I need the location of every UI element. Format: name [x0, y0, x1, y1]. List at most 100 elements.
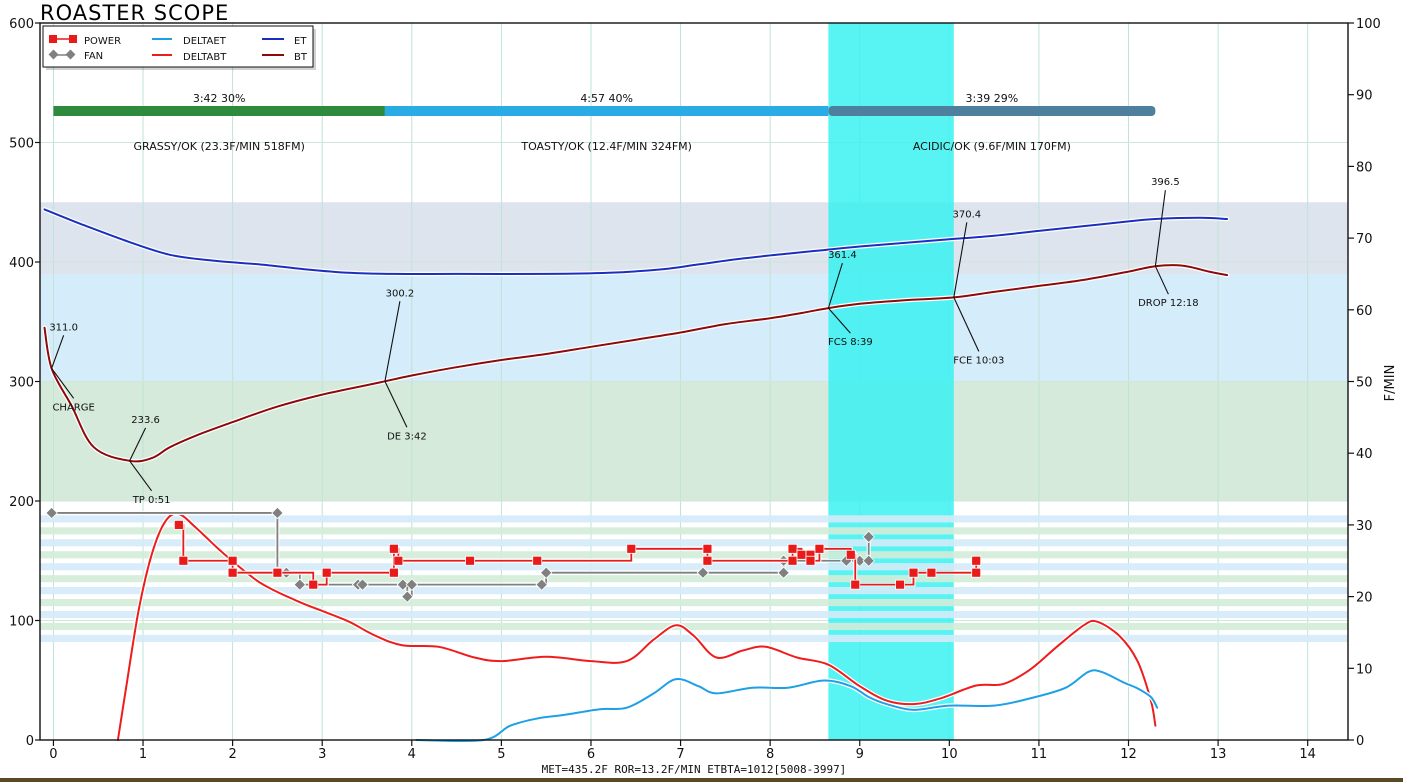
- x-tick-label-13: 13: [1210, 747, 1227, 762]
- stripe-1: [40, 622, 1348, 631]
- stripe-10: [40, 515, 1348, 523]
- power-point-1: [178, 555, 189, 566]
- y-right-tick-label-10: 100: [1356, 17, 1381, 32]
- annotation-label-11: DROP 12:18: [1138, 298, 1199, 309]
- phase-label-1: 4:57 40%: [580, 92, 633, 105]
- y-right-tick-label-7: 70: [1356, 232, 1373, 247]
- power-point-21: [845, 549, 856, 560]
- annotation-label-6: 361.4: [828, 250, 857, 261]
- y-right-tick-label-2: 20: [1356, 591, 1373, 606]
- x-tick-label-14: 14: [1299, 747, 1316, 762]
- power-point-19: [805, 555, 816, 566]
- power-point-16: [787, 543, 798, 554]
- stripe-2: [40, 610, 1348, 619]
- annotation-label-1: CHARGE: [52, 402, 94, 413]
- grid: [40, 22, 1348, 741]
- power-point-22: [850, 579, 861, 590]
- power-point-11: [532, 555, 543, 566]
- y-left-tick-label-4: 400: [9, 256, 34, 271]
- power-point-14: [702, 555, 713, 566]
- power-point-20: [814, 543, 825, 554]
- legend-power-marker-a: [49, 35, 57, 43]
- y-right-tick-label-1: 10: [1356, 662, 1373, 677]
- phase-bar-2: [828, 106, 1156, 116]
- legend-deltaet-label: DELTAET: [183, 36, 227, 47]
- legend-bt-label: BT: [294, 52, 308, 63]
- stripe-3: [40, 598, 1348, 607]
- power-point-3: [227, 567, 238, 578]
- annotation-label-2: 233.6: [131, 415, 160, 426]
- bottom-rule: [0, 778, 1403, 782]
- band-2: [40, 381, 1348, 501]
- phase-bars: 3:42 30% GRASSY/OK (23.3F/MIN 518FM) 4:57 …: [53, 92, 1156, 153]
- power-point-4: [272, 567, 283, 578]
- power-point-23: [895, 579, 905, 590]
- y-right-tick-label-8: 80: [1356, 160, 1373, 175]
- power-point-17: [796, 549, 807, 560]
- power-point-2: [227, 555, 238, 566]
- y-left-tick-label-0: 0: [26, 734, 34, 749]
- background-bands: [40, 202, 1348, 501]
- series-line-deltaet: [415, 669, 1159, 743]
- legend-power-marker-b: [69, 35, 77, 43]
- status-footer: MET=435.2F ROR=13.2F/MIN ETBTA=1012[5008…: [542, 763, 847, 776]
- power-point-9: [393, 555, 404, 566]
- power-point-27: [971, 555, 982, 566]
- y-right-tick-label-5: 50: [1356, 376, 1373, 391]
- x-tick-label-4: 4: [408, 747, 416, 762]
- phase-label-0: 3:42 30%: [193, 92, 246, 105]
- power-point-26: [971, 567, 982, 578]
- annotation-label-10: 396.5: [1151, 177, 1180, 188]
- phase-desc-1: TOASTY/OK (12.4F/MIN 324FM): [520, 140, 692, 153]
- roast-chart: ROASTER SCOPE 3:42 30% GRASSY/OK (23.3F/M…: [0, 1, 1403, 782]
- y-right-tick-label-4: 40: [1356, 447, 1373, 462]
- legend-et-label: ET: [294, 36, 307, 47]
- phase-bar-0: [53, 106, 385, 116]
- x-tick-label-2: 2: [228, 747, 236, 762]
- stripe-4: [40, 587, 1348, 595]
- series-halo-deltaet: [414, 668, 1160, 744]
- phase-desc-2: ACIDIC/OK (9.6F/MIN 170FM): [913, 140, 1071, 153]
- power-point-10: [465, 555, 475, 566]
- annotation-label-7: FCS 8:39: [828, 337, 873, 348]
- y-right-tick-label-6: 60: [1356, 304, 1373, 319]
- legend: POWER FAN DELTAET DELTABT ET BT: [42, 25, 316, 70]
- x-tick-label-10: 10: [941, 747, 958, 762]
- y-left-tick-label-1: 100: [9, 615, 34, 630]
- chart-title: ROASTER SCOPE: [40, 1, 229, 25]
- annotation-label-4: 300.2: [386, 288, 415, 299]
- power-point-5: [308, 579, 319, 590]
- annotation-label-9: FCE 10:03: [953, 355, 1004, 366]
- first-crack-window: [828, 23, 954, 740]
- y-left-tick-label-6: 600: [9, 17, 34, 32]
- y-right-tick-label-9: 90: [1356, 89, 1373, 104]
- y-left-tick-label-2: 200: [9, 495, 34, 510]
- y-right-tick-label-0: 0: [1356, 734, 1364, 749]
- x-tick-label-8: 8: [766, 747, 774, 762]
- x-tick-label-7: 7: [676, 747, 684, 762]
- power-point-8: [388, 543, 399, 554]
- legend-deltabt-label: DELTABT: [183, 52, 227, 63]
- y-right-tick-label-3: 30: [1356, 519, 1373, 534]
- phase-bar-1: [384, 106, 829, 116]
- x-tick-label-5: 5: [497, 747, 505, 762]
- stripe-9: [40, 527, 1348, 535]
- phase-desc-0: GRASSY/OK (23.3F/MIN 518FM): [133, 140, 304, 153]
- annotation-label-3: TP 0:51: [132, 495, 171, 506]
- x-tick-label-3: 3: [318, 747, 326, 762]
- annotation-label-8: 370.4: [952, 209, 981, 220]
- power-point-13: [702, 543, 713, 554]
- power-point-12: [626, 543, 637, 554]
- stripe-8: [40, 539, 1348, 547]
- annotation-label-0: 311.0: [49, 322, 78, 333]
- legend-power-label: POWER: [84, 36, 121, 47]
- power-point-15: [787, 555, 798, 566]
- x-tick-label-12: 12: [1120, 747, 1137, 762]
- y-axis-right-label: F/MIN: [1383, 365, 1398, 402]
- x-tick-label-1: 1: [139, 747, 147, 762]
- power-point-24: [908, 567, 919, 578]
- x-tick-label-0: 0: [49, 747, 57, 762]
- phase-label-2: 3:39 29%: [966, 92, 1019, 105]
- x-tick-label-6: 6: [587, 747, 595, 762]
- x-tick-label-9: 9: [856, 747, 864, 762]
